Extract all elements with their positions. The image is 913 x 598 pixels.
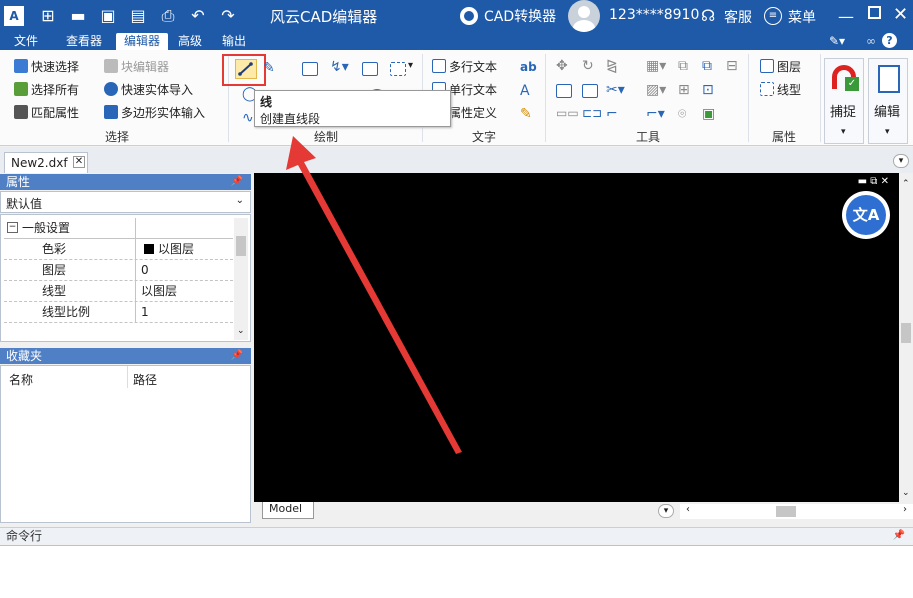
annotation-arrow — [286, 136, 462, 454]
